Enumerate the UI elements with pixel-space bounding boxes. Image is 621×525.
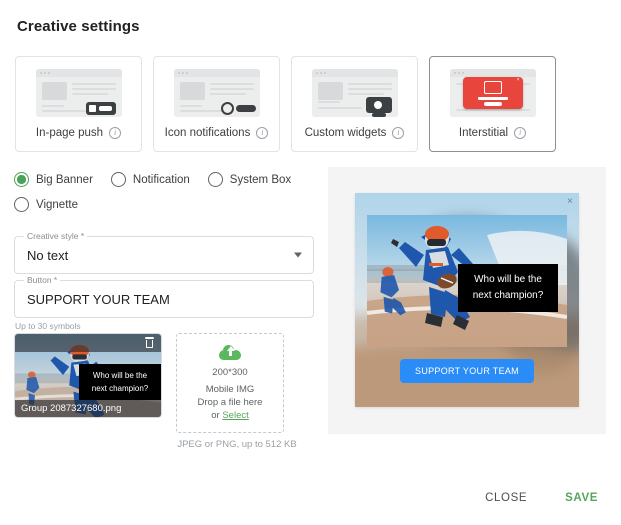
info-icon[interactable]: i — [109, 127, 121, 139]
thumbnail-filename: Group 2087327680.png — [15, 400, 161, 417]
radio-label: System Box — [230, 174, 291, 186]
custom-widgets-icon — [312, 69, 398, 117]
radio-vignette[interactable]: Vignette — [14, 197, 78, 212]
format-card-in-page-push[interactable]: In-page push i — [15, 56, 142, 152]
interstitial-icon: × — [450, 69, 536, 117]
label-text: Icon notifications — [165, 127, 251, 139]
creative-type-radio-group: Big Banner Notification System Box Vigne… — [14, 172, 314, 222]
dialog-footer: CLOSE SAVE — [479, 488, 604, 508]
icon-notifications-icon — [174, 69, 260, 117]
radio-circle-icon — [208, 172, 223, 187]
chevron-down-icon[interactable] — [294, 253, 302, 258]
overlay-line-2: next champion? — [92, 382, 148, 395]
radio-label: Vignette — [36, 199, 78, 211]
preview-cta-button[interactable]: SUPPORT YOUR TEAM — [400, 359, 534, 383]
format-card-list: In-page push i Icon notifications i — [15, 56, 556, 152]
preview-headline-line-1: Who will be the — [474, 272, 542, 288]
label-text: Interstitial — [459, 127, 508, 139]
preview-headline-box: Who will be the next champion? — [458, 264, 558, 312]
select-file-link[interactable]: Select — [222, 410, 248, 421]
close-button[interactable]: CLOSE — [479, 488, 533, 508]
button-text-value: SUPPORT YOUR TEAM — [27, 292, 170, 307]
radio-system-box[interactable]: System Box — [208, 172, 291, 187]
image-row: Who will be the next champion? Group 208… — [14, 333, 298, 450]
info-icon[interactable]: i — [256, 127, 268, 139]
dropzone-title: Mobile IMG — [206, 384, 255, 395]
format-card-label: Interstitial i — [459, 127, 526, 139]
dropzone-or-text: or — [211, 410, 222, 421]
format-card-label: Icon notifications i — [165, 127, 269, 139]
format-card-custom-widgets[interactable]: Custom widgets i — [291, 56, 418, 152]
info-icon[interactable]: i — [514, 127, 526, 139]
radio-notification[interactable]: Notification — [111, 172, 190, 187]
creative-style-value: No text — [27, 248, 68, 263]
creative-preview-panel: × — [328, 167, 606, 434]
button-text-input[interactable]: Button * SUPPORT YOUR TEAM — [14, 280, 314, 318]
dropzone-note: JPEG or PNG, up to 512 KB — [176, 439, 298, 450]
delete-icon[interactable] — [145, 337, 154, 348]
radio-big-banner[interactable]: Big Banner — [14, 172, 93, 187]
format-card-icon-notifications[interactable]: Icon notifications i — [153, 56, 280, 152]
page-title: Creative settings — [17, 18, 140, 35]
button-text-field: Button * SUPPORT YOUR TEAM Up to 30 symb… — [14, 280, 314, 331]
preview-close-icon[interactable]: × — [567, 197, 573, 207]
radio-label: Big Banner — [36, 174, 93, 186]
image-dropzone[interactable]: 200*300 Mobile IMG Drop a file here or S… — [176, 333, 284, 433]
in-page-push-icon — [36, 69, 122, 117]
creative-style-field: Creative style * No text — [14, 236, 314, 274]
overlay-line-1: Who will be the — [93, 369, 147, 382]
button-text-helper: Up to 30 symbols — [15, 321, 314, 331]
dropzone-select-row: or Select — [211, 410, 249, 421]
creative-style-select[interactable]: Creative style * No text — [14, 236, 314, 274]
radio-circle-icon — [14, 197, 29, 212]
info-icon[interactable]: i — [392, 127, 404, 139]
button-text-label: Button * — [24, 275, 60, 285]
thumbnail-overlay-text: Who will be the next champion? — [79, 364, 161, 400]
save-button[interactable]: SAVE — [559, 488, 604, 508]
format-card-interstitial[interactable]: × Interstitial i — [429, 56, 556, 152]
creative-style-label: Creative style * — [24, 231, 87, 241]
dropzone-dimensions: 200*300 — [212, 367, 247, 378]
preview-headline-line-2: next champion? — [473, 288, 544, 304]
radio-label: Notification — [133, 174, 190, 186]
format-card-label: In-page push i — [36, 127, 121, 139]
radio-circle-icon — [111, 172, 126, 187]
format-card-label: Custom widgets i — [305, 127, 405, 139]
preview-card: × — [355, 193, 579, 407]
radio-circle-icon — [14, 172, 29, 187]
upload-cloud-icon — [219, 345, 241, 360]
thumbnail-toolbar — [15, 334, 161, 352]
dropzone-instruction: Drop a file here — [198, 397, 263, 408]
uploaded-image-thumbnail[interactable]: Who will be the next champion? Group 208… — [14, 333, 162, 418]
label-text: Custom widgets — [305, 127, 387, 139]
label-text: In-page push — [36, 127, 103, 139]
